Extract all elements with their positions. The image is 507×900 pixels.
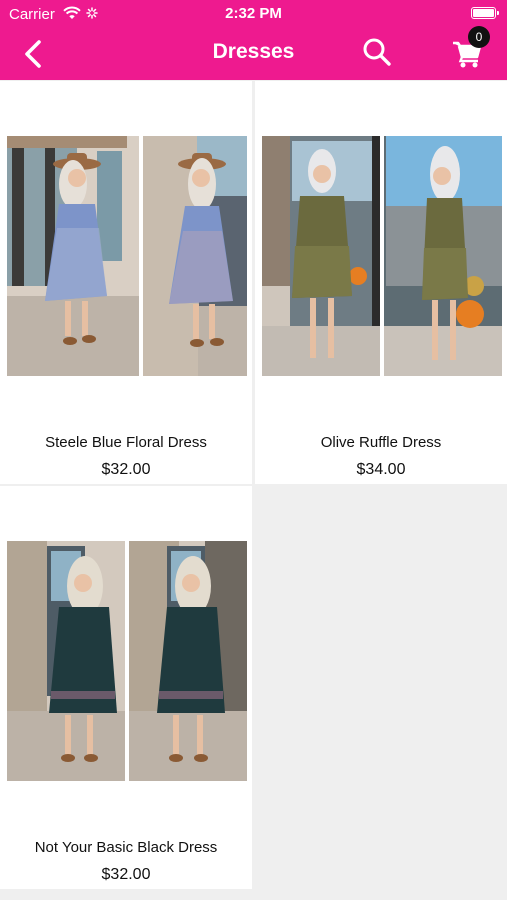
- product-photo: [7, 136, 247, 376]
- cart-count-badge: 0: [468, 26, 490, 48]
- product-photo: [262, 136, 502, 376]
- nav-bar: Dresses 0: [0, 26, 507, 80]
- product-grid: Steele Blue Floral Dress $32.00 Olive Ru…: [0, 80, 507, 900]
- product-image: [262, 136, 502, 376]
- product-image: [7, 136, 247, 376]
- app-header: Carrier 2:32 PM Dresses 0: [0, 0, 507, 80]
- product-photo: [7, 541, 247, 781]
- status-bar: Carrier 2:32 PM: [0, 0, 507, 28]
- product-name: Olive Ruffle Dress: [320, 434, 442, 451]
- product-card[interactable]: Olive Ruffle Dress $34.00: [255, 81, 507, 484]
- search-icon[interactable]: [362, 37, 392, 67]
- status-time: 2:32 PM: [225, 5, 282, 22]
- product-price: $34.00: [356, 461, 406, 478]
- product-name: Steele Blue Floral Dress: [45, 434, 207, 451]
- product-card[interactable]: Steele Blue Floral Dress $32.00: [0, 81, 252, 484]
- battery-icon: [471, 7, 499, 19]
- product-price: $32.00: [101, 461, 151, 478]
- product-image: [7, 541, 247, 781]
- cart-button[interactable]: 0: [452, 26, 490, 70]
- page-title: Dresses: [212, 40, 295, 63]
- product-card[interactable]: Not Your Basic Black Dress $32.00: [0, 486, 252, 889]
- product-name: Not Your Basic Black Dress: [34, 839, 218, 856]
- product-price: $32.00: [101, 866, 151, 883]
